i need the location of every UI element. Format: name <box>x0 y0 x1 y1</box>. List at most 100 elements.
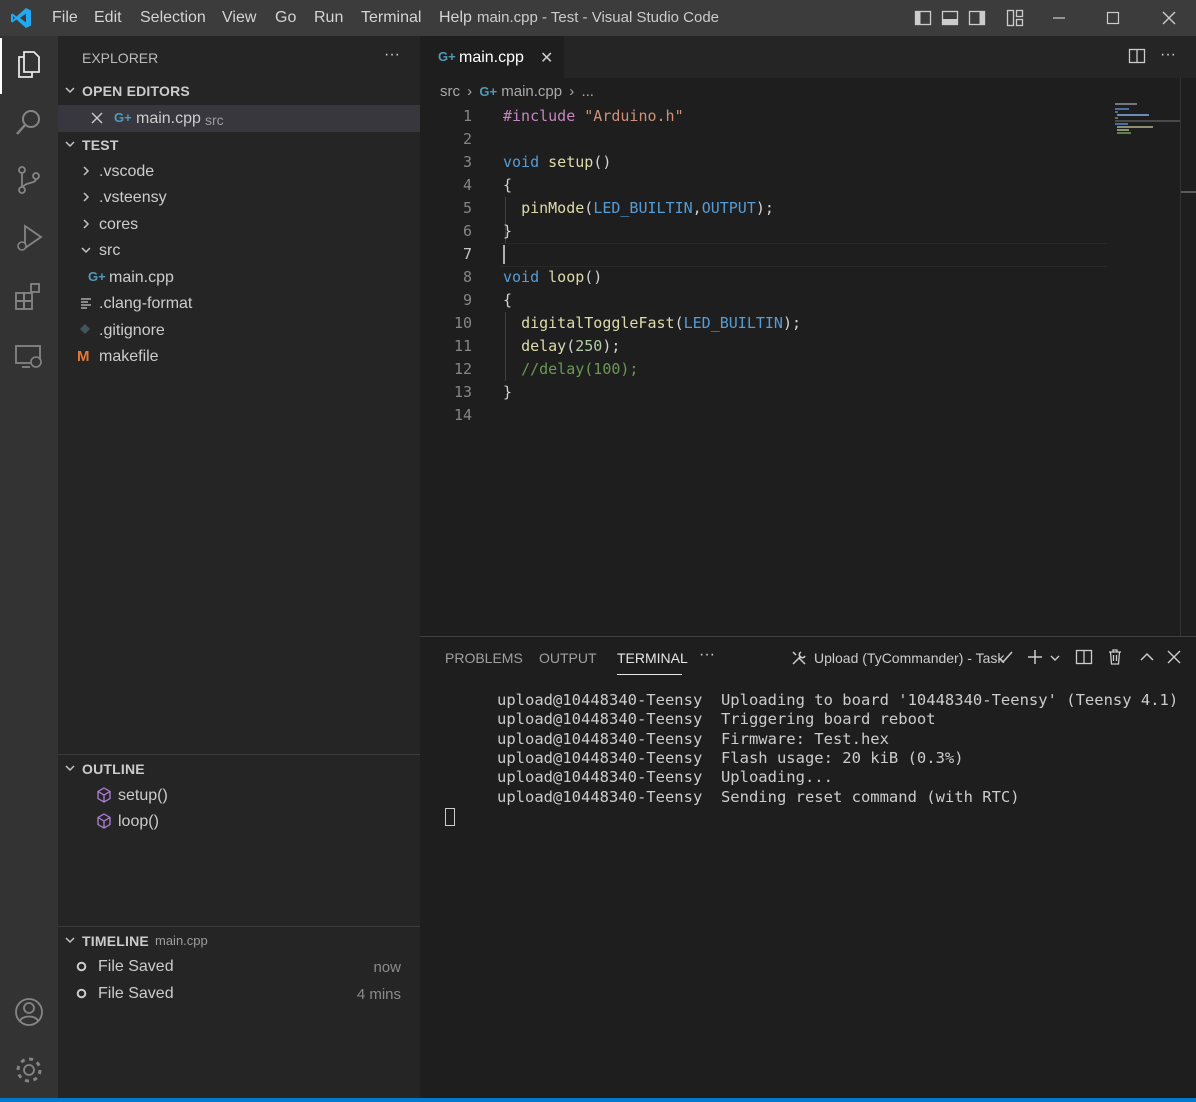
tree-item-vsteensy[interactable]: .vsteensy <box>99 189 167 207</box>
code-line[interactable]: 12 //delay(100); <box>420 358 1110 381</box>
remote-explorer-icon[interactable] <box>13 340 45 372</box>
close-editor-icon[interactable] <box>90 111 104 125</box>
terminal-task-selector[interactable]: Upload (TyCommander) - Task <box>814 650 1004 666</box>
maximize-icon[interactable] <box>1104 9 1122 27</box>
toggle-secondary-sidebar-icon[interactable] <box>968 9 986 27</box>
menu-terminal[interactable]: Terminal <box>361 9 421 27</box>
menu-selection[interactable]: Selection <box>140 9 206 27</box>
menu-help[interactable]: Help <box>439 9 472 27</box>
tree-item-clang-format[interactable]: .clang-format <box>99 295 192 313</box>
tree-item-gitignore[interactable]: .gitignore <box>99 322 165 340</box>
open-editors-heading[interactable]: OPEN EDITORS <box>82 83 190 99</box>
code-line[interactable]: 5 pinMode(LED_BUILTIN,OUTPUT); <box>420 197 1110 220</box>
timeline-heading[interactable]: TIMELINE <box>82 933 149 949</box>
extensions-icon[interactable] <box>13 280 45 312</box>
tab-label[interactable]: main.cpp <box>459 49 524 67</box>
chevron-down-icon[interactable] <box>64 138 76 150</box>
panel-more-icon[interactable]: ··· <box>699 646 715 664</box>
minimize-icon[interactable] <box>1050 9 1068 27</box>
menu-go[interactable]: Go <box>275 9 296 27</box>
toggle-panel-icon[interactable] <box>941 9 959 27</box>
vscode-logo-icon[interactable] <box>10 7 32 29</box>
tree-item-vscode[interactable]: .vscode <box>99 163 154 181</box>
line-number: 4 <box>462 176 472 194</box>
code-token: } <box>503 383 513 401</box>
menu-view[interactable]: View <box>222 9 256 27</box>
tree-item-src[interactable]: src <box>99 242 120 260</box>
code-line[interactable]: 10 digitalToggleFast(LED_BUILTIN); <box>420 312 1110 335</box>
code-line[interactable]: 13} <box>420 381 1110 404</box>
tab-terminal[interactable]: TERMINAL <box>617 650 688 666</box>
chevron-down-icon[interactable] <box>80 244 92 256</box>
menu-file[interactable]: File <box>52 9 78 27</box>
tree-item-makefile[interactable]: makefile <box>99 348 159 366</box>
search-icon[interactable] <box>13 106 45 138</box>
code-text: pinMode(LED_BUILTIN,OUTPUT); <box>503 197 774 220</box>
code-line[interactable]: 1 #include "Arduino.h" <box>420 105 1110 128</box>
close-panel-icon[interactable] <box>1165 648 1183 666</box>
breadcrumb-file[interactable]: main.cpp <box>501 83 562 100</box>
maximize-panel-chevron-up-icon[interactable] <box>1138 648 1156 666</box>
chevron-right-icon[interactable] <box>80 191 92 203</box>
line-number: 6 <box>462 222 472 240</box>
chevron-down-icon[interactable] <box>1049 652 1061 664</box>
menu-edit[interactable]: Edit <box>94 9 122 27</box>
code-token: () <box>593 153 612 171</box>
code-line[interactable]: 7 <box>420 243 1110 266</box>
accounts-icon[interactable] <box>13 996 45 1028</box>
timeline-item-label[interactable]: File Saved <box>98 985 174 1003</box>
tab-output[interactable]: OUTPUT <box>539 650 597 666</box>
chevron-down-icon[interactable] <box>64 762 76 774</box>
chevron-right-icon[interactable] <box>80 218 92 230</box>
trash-icon[interactable] <box>1106 648 1124 666</box>
menu-run[interactable]: Run <box>314 9 343 27</box>
tools-icon <box>790 649 808 667</box>
toggle-primary-sidebar-icon[interactable] <box>914 9 932 27</box>
new-terminal-plus-icon[interactable] <box>1026 648 1044 666</box>
sidebar-more-actions-icon[interactable]: ··· <box>384 46 400 64</box>
minimap[interactable] <box>1110 100 1182 140</box>
open-editor-item[interactable] <box>58 105 420 132</box>
breadcrumb-folder[interactable]: src <box>440 83 460 100</box>
split-terminal-icon[interactable] <box>1075 648 1093 666</box>
chevron-down-icon[interactable] <box>64 84 76 96</box>
terminal-cursor[interactable] <box>445 808 455 826</box>
chevron-down-icon[interactable] <box>64 934 76 946</box>
line-number: 9 <box>462 291 472 309</box>
editor-more-actions-icon[interactable]: ··· <box>1160 46 1176 64</box>
outline-item-setup[interactable]: setup() <box>118 787 168 805</box>
manage-gear-icon[interactable] <box>13 1054 45 1086</box>
outline-item-loop[interactable]: loop() <box>118 813 159 831</box>
code-token: #include <box>503 107 585 125</box>
code-line[interactable]: 14 <box>420 404 1110 427</box>
tree-item-cores[interactable]: cores <box>99 216 138 234</box>
code-line[interactable]: 11 delay(250); <box>420 335 1110 358</box>
workspace-heading[interactable]: TEST <box>82 137 119 153</box>
line-number: 1 <box>462 107 472 125</box>
active-tab-underline <box>617 674 682 675</box>
breadcrumb-more[interactable]: ... <box>581 83 594 100</box>
split-editor-icon[interactable] <box>1128 47 1146 65</box>
line-number: 3 <box>462 153 472 171</box>
code-line[interactable]: 8 void loop() <box>420 266 1110 289</box>
cpp-file-icon: G+ <box>438 49 456 64</box>
close-window-icon[interactable] <box>1160 9 1178 27</box>
code-line[interactable]: 4{ <box>420 174 1110 197</box>
run-debug-icon[interactable] <box>13 222 45 254</box>
tab-close-icon[interactable]: ✕ <box>540 48 553 68</box>
code-line[interactable]: 6} <box>420 220 1110 243</box>
code-line[interactable]: 9{ <box>420 289 1110 312</box>
timeline-item-label[interactable]: File Saved <box>98 958 174 976</box>
code-line[interactable]: 3 void setup() <box>420 151 1110 174</box>
chevron-right-icon[interactable] <box>80 165 92 177</box>
code-line[interactable]: 2 <box>420 128 1110 151</box>
tree-item-main-cpp[interactable]: main.cpp <box>109 269 174 287</box>
explorer-icon[interactable] <box>13 48 45 80</box>
code-token: loop <box>548 268 585 286</box>
editor-scrollbar[interactable] <box>1180 78 1196 636</box>
outline-heading[interactable]: OUTLINE <box>82 761 145 777</box>
tab-problems[interactable]: PROBLEMS <box>445 650 523 666</box>
customize-layout-icon[interactable] <box>1006 9 1024 27</box>
source-control-icon[interactable] <box>13 164 45 196</box>
timeline-file: main.cpp <box>155 933 208 948</box>
